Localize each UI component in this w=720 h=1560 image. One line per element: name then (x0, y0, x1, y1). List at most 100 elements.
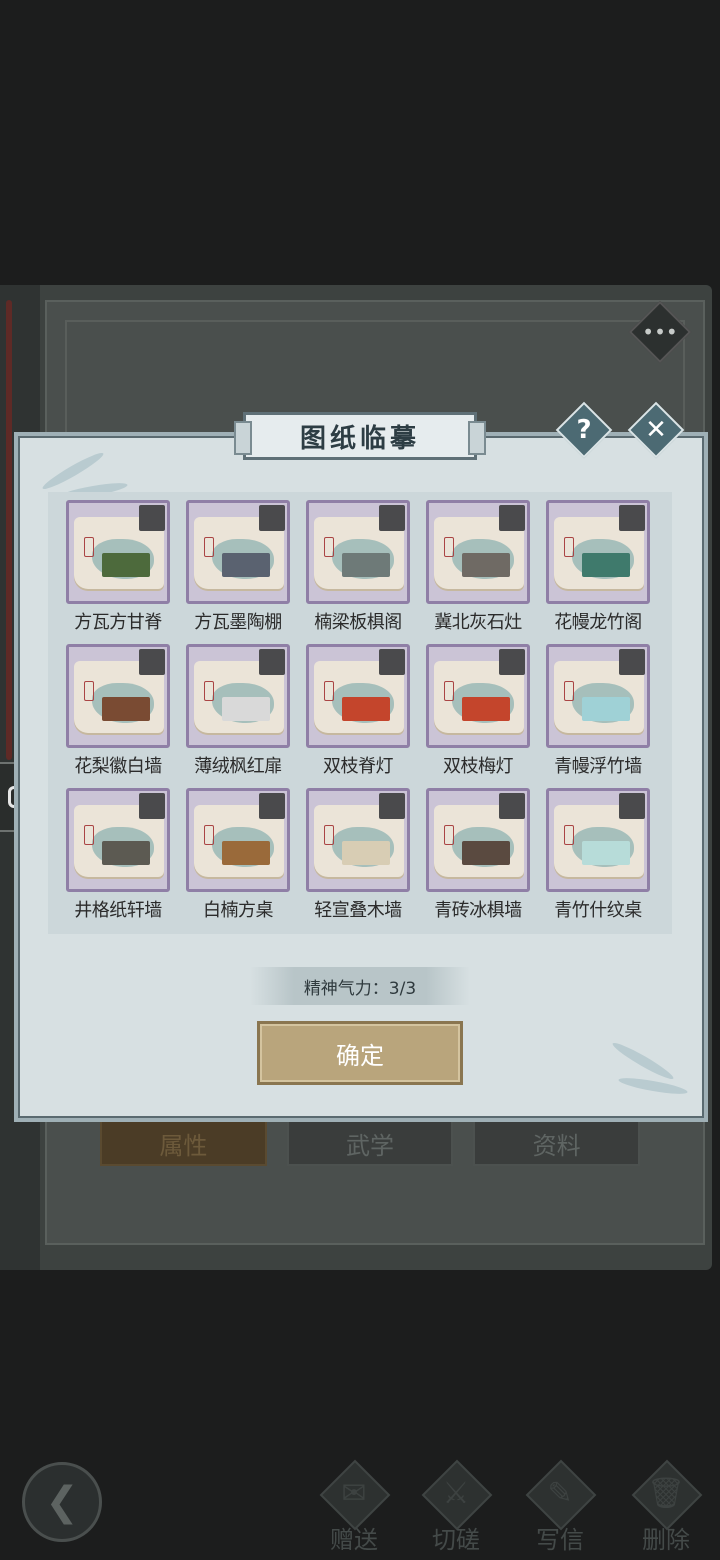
select-checkbox[interactable] (379, 793, 405, 819)
blueprint-card[interactable]: 轻宣叠木墙 (306, 788, 410, 932)
blueprint-card[interactable]: 楠梁板椇阁 (306, 500, 410, 644)
seal-stamp-icon (204, 537, 214, 557)
blueprint-card[interactable]: 花梨徽白墙 (66, 644, 170, 788)
blueprint-name: 井格纸轩墙 (74, 900, 162, 921)
blueprint-card[interactable]: 双枝梅灯 (426, 644, 530, 788)
blueprint-card[interactable]: 方瓦方甘脊 (66, 500, 170, 644)
blueprint-name: 方瓦方甘脊 (74, 612, 162, 633)
furniture-icon (582, 553, 630, 577)
blueprint-card[interactable]: 青砖冰椇墙 (426, 788, 530, 932)
confirm-label: 确定 (336, 1041, 384, 1070)
seal-stamp-icon (564, 681, 574, 701)
furniture-icon (102, 841, 150, 865)
delete-button[interactable]: 🗑 删除 (626, 1459, 706, 1554)
energy-indicator: 精神气力：3/3 (250, 967, 470, 1005)
blueprint-card[interactable]: 井格纸轩墙 (66, 788, 170, 932)
select-checkbox[interactable] (499, 649, 525, 675)
confirm-button[interactable]: 确定 (257, 1021, 463, 1085)
blueprint-name: 花梨徽白墙 (74, 756, 162, 777)
bamboo-leaf-decoration (610, 1039, 676, 1083)
furniture-icon (342, 697, 390, 721)
blueprint-thumbnail (426, 644, 530, 748)
swords-icon: ⚔ (442, 1476, 470, 1511)
furniture-icon (462, 697, 510, 721)
select-checkbox[interactable] (259, 505, 285, 531)
more-dots-icon: ••• (642, 320, 678, 344)
select-checkbox[interactable] (139, 505, 165, 531)
spar-button[interactable]: ⚔ 切磋 (416, 1459, 496, 1554)
blueprint-thumbnail (66, 788, 170, 892)
gift-label: 赠送 (330, 1526, 378, 1554)
seal-stamp-icon (444, 825, 454, 845)
blueprint-name: 青幔浮竹墙 (554, 756, 642, 777)
seal-stamp-icon (564, 537, 574, 557)
select-checkbox[interactable] (379, 505, 405, 531)
blueprint-card[interactable]: 白楠方桌 (186, 788, 290, 932)
write-letter-button[interactable]: ✎ 写信 (520, 1459, 600, 1554)
blueprint-thumbnail (66, 644, 170, 748)
furniture-icon (462, 841, 510, 865)
background-tabs: 属性 武学 资料 (100, 1120, 641, 1166)
select-checkbox[interactable] (499, 793, 525, 819)
letter-icon: ✎ (547, 1476, 573, 1511)
seal-stamp-icon (564, 825, 574, 845)
blueprint-name: 青竹什纹桌 (554, 900, 642, 921)
select-checkbox[interactable] (259, 793, 285, 819)
energy-text: 精神气力：3/3 (303, 978, 417, 999)
blueprint-name: 方瓦墨陶棚 (194, 612, 282, 633)
select-checkbox[interactable] (259, 649, 285, 675)
select-checkbox[interactable] (499, 505, 525, 531)
select-checkbox[interactable] (619, 505, 645, 531)
bookmark-ribbon (6, 300, 12, 760)
blueprint-card[interactable]: 方瓦墨陶棚 (186, 500, 290, 644)
trash-icon: 🗑 (646, 1476, 686, 1511)
blueprint-name: 冀北灰石灶 (434, 612, 522, 633)
blueprint-grid-scroll[interactable]: 方瓦方甘脊 方瓦墨陶棚 楠梁板椇阁 冀北灰石灶 花幔龙竹阁花梨徽白墙 薄绒枫红扉 双枝脊灯 双… (48, 492, 672, 934)
tab-attributes[interactable]: 属性 (100, 1120, 267, 1166)
blueprint-card[interactable]: 青竹什纹桌 (546, 788, 650, 932)
tab-martial-arts[interactable]: 武学 (286, 1120, 454, 1166)
blueprint-thumbnail (546, 644, 650, 748)
furniture-icon (102, 697, 150, 721)
seal-stamp-icon (84, 681, 94, 701)
blueprint-name: 白楠方桌 (203, 900, 274, 921)
blueprint-thumbnail (186, 500, 290, 604)
tab-profile[interactable]: 资料 (473, 1120, 641, 1166)
dialog-title-banner: 图纸临摹 (234, 412, 486, 460)
select-checkbox[interactable] (139, 649, 165, 675)
seal-stamp-icon (324, 681, 334, 701)
blueprint-thumbnail (426, 788, 530, 892)
dialog-title: 图纸临摹 (299, 423, 420, 454)
blueprint-thumbnail (306, 788, 410, 892)
seal-stamp-icon (84, 537, 94, 557)
write-letter-label: 写信 (536, 1526, 584, 1554)
furniture-icon (222, 553, 270, 577)
back-button[interactable]: ❮ (22, 1462, 102, 1542)
seal-stamp-icon (204, 825, 214, 845)
delete-label: 删除 (642, 1526, 690, 1554)
seal-stamp-icon (324, 537, 334, 557)
blueprint-thumbnail (426, 500, 530, 604)
blueprint-thumbnail (306, 500, 410, 604)
furniture-icon (462, 553, 510, 577)
select-checkbox[interactable] (139, 793, 165, 819)
blueprint-thumbnail (546, 788, 650, 892)
blueprint-name: 花幔龙竹阁 (554, 612, 642, 633)
gift-button[interactable]: ✉ 赠送 (314, 1459, 394, 1554)
spar-label: 切磋 (432, 1526, 480, 1554)
bamboo-leaf-decoration (617, 1074, 689, 1098)
blueprint-name: 青砖冰椇墙 (434, 900, 522, 921)
blueprint-thumbnail (306, 644, 410, 748)
blueprint-card[interactable]: 薄绒枫红扉 (186, 644, 290, 788)
select-checkbox[interactable] (379, 649, 405, 675)
blueprint-card[interactable]: 花幔龙竹阁 (546, 500, 650, 644)
select-checkbox[interactable] (619, 793, 645, 819)
blueprint-card[interactable]: 双枝脊灯 (306, 644, 410, 788)
blueprint-card[interactable]: 青幔浮竹墙 (546, 644, 650, 788)
seal-stamp-icon (444, 681, 454, 701)
furniture-icon (342, 553, 390, 577)
blueprint-card[interactable]: 冀北灰石灶 (426, 500, 530, 644)
blueprint-name: 双枝脊灯 (323, 756, 394, 777)
select-checkbox[interactable] (619, 649, 645, 675)
blueprint-thumbnail (66, 500, 170, 604)
